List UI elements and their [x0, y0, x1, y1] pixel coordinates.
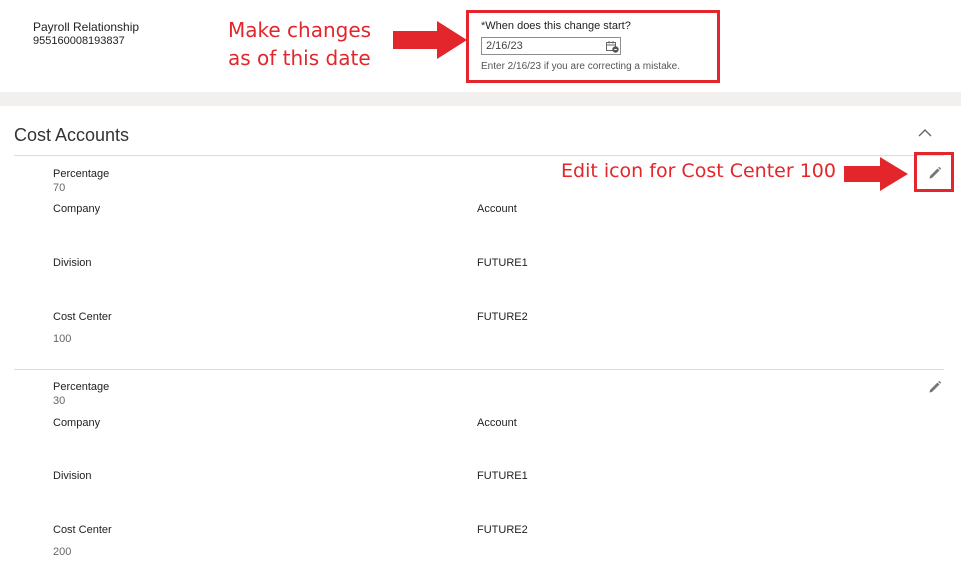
collapse-chevron-icon[interactable] [917, 125, 933, 141]
date-annotation: Make changes as of this date [228, 16, 398, 72]
edit-annotation: Edit icon for Cost Center 100 [561, 160, 836, 182]
arrow-icon [393, 21, 467, 59]
row1-cost-center-label: Cost Center [53, 311, 112, 323]
row2-company-label: Company [53, 417, 101, 429]
row1-division-label: Division [53, 257, 92, 269]
effective-date-input[interactable] [481, 37, 621, 55]
row1-account-label: Account [477, 203, 517, 215]
row1-future1-label: FUTURE1 [477, 257, 528, 269]
row2-percentage-label: Percentage [53, 381, 110, 393]
row1-percentage-label: Percentage [53, 168, 110, 180]
row-divider [14, 369, 944, 370]
effective-date-label-text: When does this change start? [485, 20, 631, 32]
row1-company-label: Company [53, 203, 101, 215]
row2-cost-center-value: 200 [53, 546, 72, 558]
edit-pencil-icon[interactable] [928, 380, 942, 394]
calendar-icon[interactable] [606, 41, 619, 53]
row2-future2-label: FUTURE2 [477, 524, 528, 536]
edit-highlight-box [914, 152, 954, 192]
effective-date-panel: *When does this change start? Enter 2/16… [466, 10, 720, 83]
section-gap [0, 92, 961, 106]
date-annotation-line1: Make changes [228, 18, 372, 42]
row2-account-label: Account [477, 417, 517, 429]
date-annotation-line2: as of this date [228, 46, 371, 70]
arrow-icon [844, 157, 908, 191]
row2-future1-label: FUTURE1 [477, 470, 528, 482]
row2-division-label: Division [53, 470, 92, 482]
effective-date-label: *When does this change start? [481, 20, 631, 32]
row2-percentage-value: 30 [53, 395, 66, 407]
row1-cost-center-value: 100 [53, 333, 72, 345]
payroll-relationship-number: 955160008193837 [33, 35, 125, 47]
row1-percentage-value: 70 [53, 182, 66, 194]
row1-future2-label: FUTURE2 [477, 311, 528, 323]
effective-date-hint: Enter 2/16/23 if you are correcting a mi… [481, 61, 680, 72]
row2-cost-center-label: Cost Center [53, 524, 112, 536]
payroll-relationship-label: Payroll Relationship [33, 20, 140, 34]
cost-accounts-title: Cost Accounts [14, 125, 130, 145]
section-divider [14, 155, 944, 156]
